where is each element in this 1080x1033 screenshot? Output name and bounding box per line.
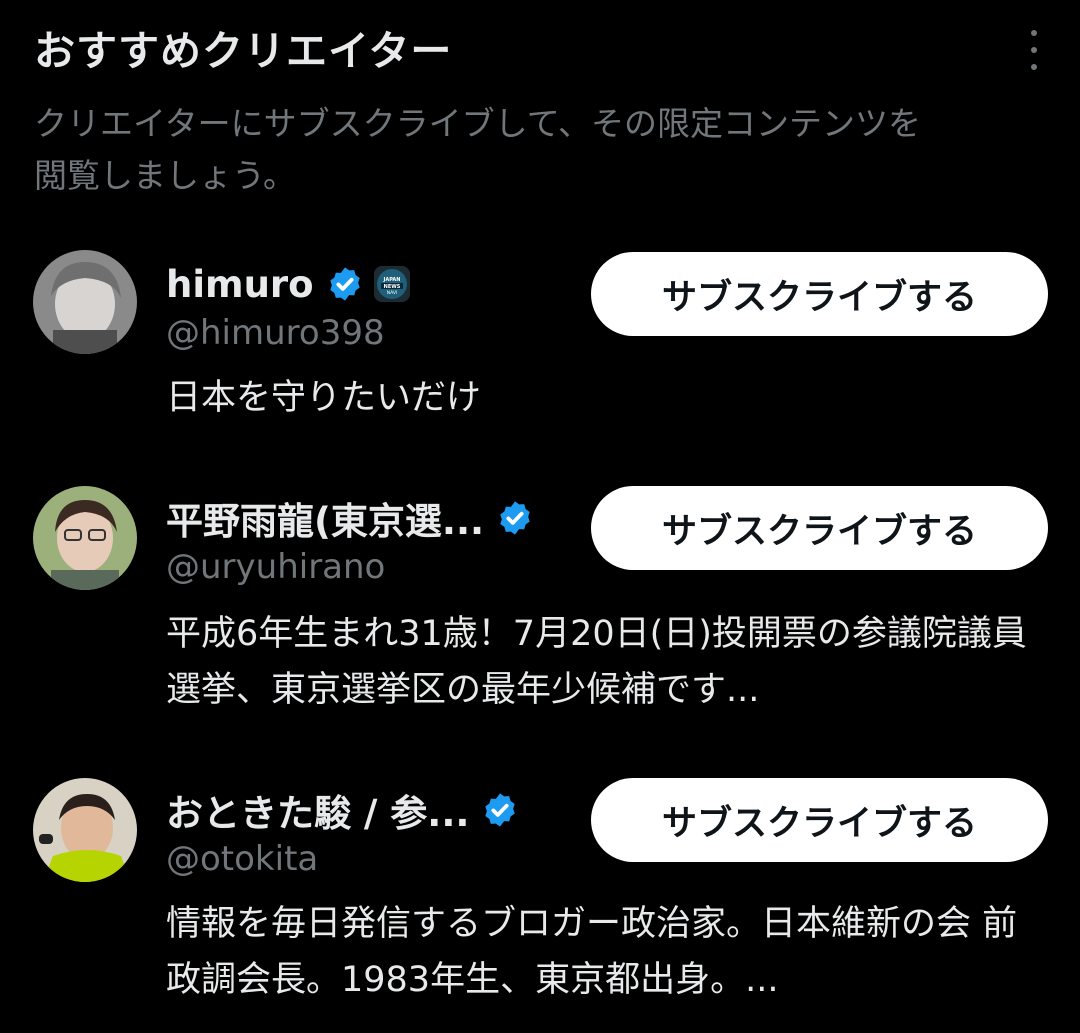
svg-text:NAVI: NAVI (386, 290, 397, 296)
creator-handle[interactable]: @otokita (166, 839, 318, 879)
creator-name[interactable]: 平野雨龍(東京選... (166, 491, 484, 545)
creator-name-row: おときた駿 / 参... (166, 782, 519, 838)
more-options-icon[interactable] (1026, 30, 1042, 70)
creator-handle[interactable]: @himuro398 (166, 313, 385, 353)
svg-text:NEWS: NEWS (383, 284, 400, 290)
avatar[interactable] (33, 778, 137, 882)
creator-handle[interactable]: @uryuhirano (166, 547, 385, 587)
avatar[interactable] (33, 486, 137, 590)
creator-name[interactable]: himuro (166, 263, 314, 306)
affiliate-badge-icon[interactable]: JAPAN NEWS NAVI (373, 266, 410, 302)
creator-bio: 日本を守りたいだけ (166, 378, 482, 418)
verified-badge-icon (485, 793, 516, 827)
creator-bio: 情報を毎日発信するブロガー政治家。日本維新の会 前政調会長。1983年生、東京都… (166, 904, 1018, 1000)
verified-badge-icon (329, 267, 360, 301)
creator-name-row: himuro JAPAN NEWS NAVI (166, 256, 410, 312)
subscribe-button[interactable]: サブスクライブする (591, 252, 1048, 336)
verified-badge-icon (500, 501, 530, 535)
section-title: おすすめクリエイター (34, 27, 453, 75)
creator-name[interactable]: おときた駿 / 参... (166, 783, 469, 837)
section-subtitle: クリエイターにサブスクライブして、その限定コンテンツを閲覧しましょう。 (34, 104, 922, 195)
avatar[interactable] (33, 250, 137, 354)
subscribe-button[interactable]: サブスクライブする (591, 778, 1048, 862)
creator-name-row: 平野雨龍(東京選... (166, 490, 534, 546)
subscribe-button[interactable]: サブスクライブする (591, 486, 1048, 570)
section-header: おすすめクリエイター (34, 22, 1034, 80)
creator-bio: 平成6年生まれ31歳！7月20日(日)投開票の参議院議員選挙、東京選挙区の最年少… (166, 614, 1027, 710)
svg-text:JAPAN: JAPAN (382, 277, 400, 283)
